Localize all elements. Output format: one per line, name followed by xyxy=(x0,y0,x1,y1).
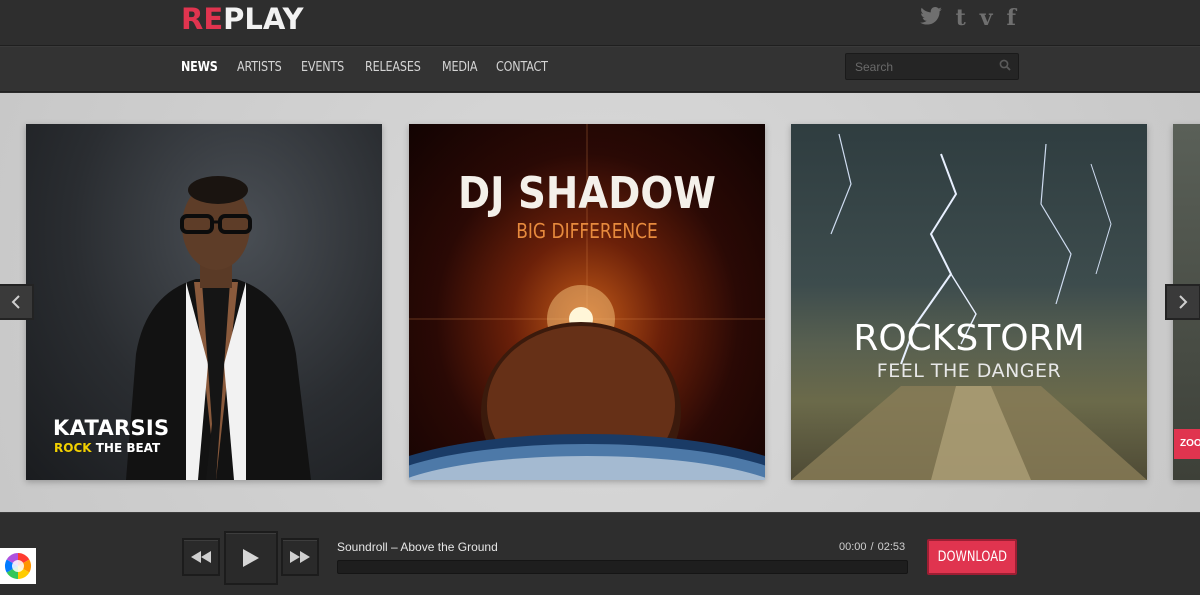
play-icon xyxy=(243,549,259,567)
slide-subtitle-highlight: ROCK xyxy=(54,441,92,455)
download-label: DOWNLOAD xyxy=(937,549,1007,565)
track-time: 00:00/02:53 xyxy=(839,541,905,553)
track-title: Soundroll – Above the Ground xyxy=(337,540,498,554)
search-icon[interactable] xyxy=(999,59,1011,71)
nav-bar: NEWS ARTISTS EVENTS RELEASES MEDIA CONTA… xyxy=(0,46,1200,92)
slide-katarsis[interactable]: KATARSIS ROCK THE BEAT xyxy=(26,124,382,480)
download-button[interactable]: DOWNLOAD xyxy=(927,539,1017,575)
nav-releases[interactable]: RELEASES xyxy=(365,60,421,75)
next-track-button[interactable] xyxy=(281,538,319,576)
tumblr-icon[interactable]: t xyxy=(956,6,966,30)
slide-subtitle: FEEL THE DANGER xyxy=(876,360,1062,382)
current-time: 00:00 xyxy=(839,541,867,553)
chevron-right-icon xyxy=(1179,295,1188,309)
rewind-icon xyxy=(191,551,211,563)
track-duration: 02:53 xyxy=(877,541,906,553)
slider-prev-button[interactable] xyxy=(0,284,34,320)
slide-subtitle: BIG DIFFERENCE xyxy=(516,219,658,243)
color-wheel-icon xyxy=(4,552,32,580)
nav-artists[interactable]: ARTISTS xyxy=(237,60,282,75)
search-input[interactable] xyxy=(846,54,996,79)
social-links: t v f xyxy=(919,6,1016,30)
nav-contact[interactable]: CONTACT xyxy=(496,60,548,75)
slide-title: DJ SHADOW xyxy=(457,168,717,219)
facebook-icon[interactable]: f xyxy=(1007,6,1016,30)
fast-forward-icon xyxy=(290,551,310,563)
logo-text: PLAY xyxy=(223,2,304,36)
release-slider: KATARSIS ROCK THE BEAT DJ SHADOW BIG DIF… xyxy=(0,93,1200,512)
slide-rockstorm[interactable]: ROCKSTORM FEEL THE DANGER xyxy=(791,124,1147,480)
slide-title: KATARSIS xyxy=(53,416,170,440)
play-button[interactable] xyxy=(224,531,278,585)
lightning-artwork xyxy=(791,133,1147,480)
slide-dj-shadow[interactable]: DJ SHADOW BIG DIFFERENCE xyxy=(409,124,765,480)
search-box xyxy=(845,53,1019,80)
progress-bar[interactable] xyxy=(337,560,908,574)
main-nav: NEWS ARTISTS EVENTS RELEASES MEDIA CONTA… xyxy=(181,60,557,75)
nav-events[interactable]: EVENTS xyxy=(301,60,344,75)
slider-next-button[interactable] xyxy=(1165,284,1200,320)
nav-media[interactable]: MEDIA xyxy=(442,60,478,75)
color-picker-icon[interactable] xyxy=(0,548,36,584)
site-logo[interactable]: REPLAY xyxy=(181,2,304,36)
slide-subtitle-rest: THE BEAT xyxy=(91,441,161,455)
nav-news[interactable]: NEWS xyxy=(181,60,218,75)
slide-subtitle: ROCK THE BEAT xyxy=(54,441,160,455)
previous-track-button[interactable] xyxy=(182,538,220,576)
audio-player: Soundroll – Above the Ground 00:00/02:53… xyxy=(0,512,1200,595)
vimeo-icon[interactable]: v xyxy=(980,6,993,30)
top-bar: REPLAY t v f xyxy=(0,0,1200,46)
slide-title: ROCKSTORM xyxy=(853,318,1085,359)
chevron-left-icon xyxy=(11,295,20,309)
time-separator: / xyxy=(870,541,874,553)
twitter-icon[interactable] xyxy=(919,6,942,30)
slide-badge: ZOO xyxy=(1174,429,1200,459)
logo-accent: RE xyxy=(181,2,224,36)
